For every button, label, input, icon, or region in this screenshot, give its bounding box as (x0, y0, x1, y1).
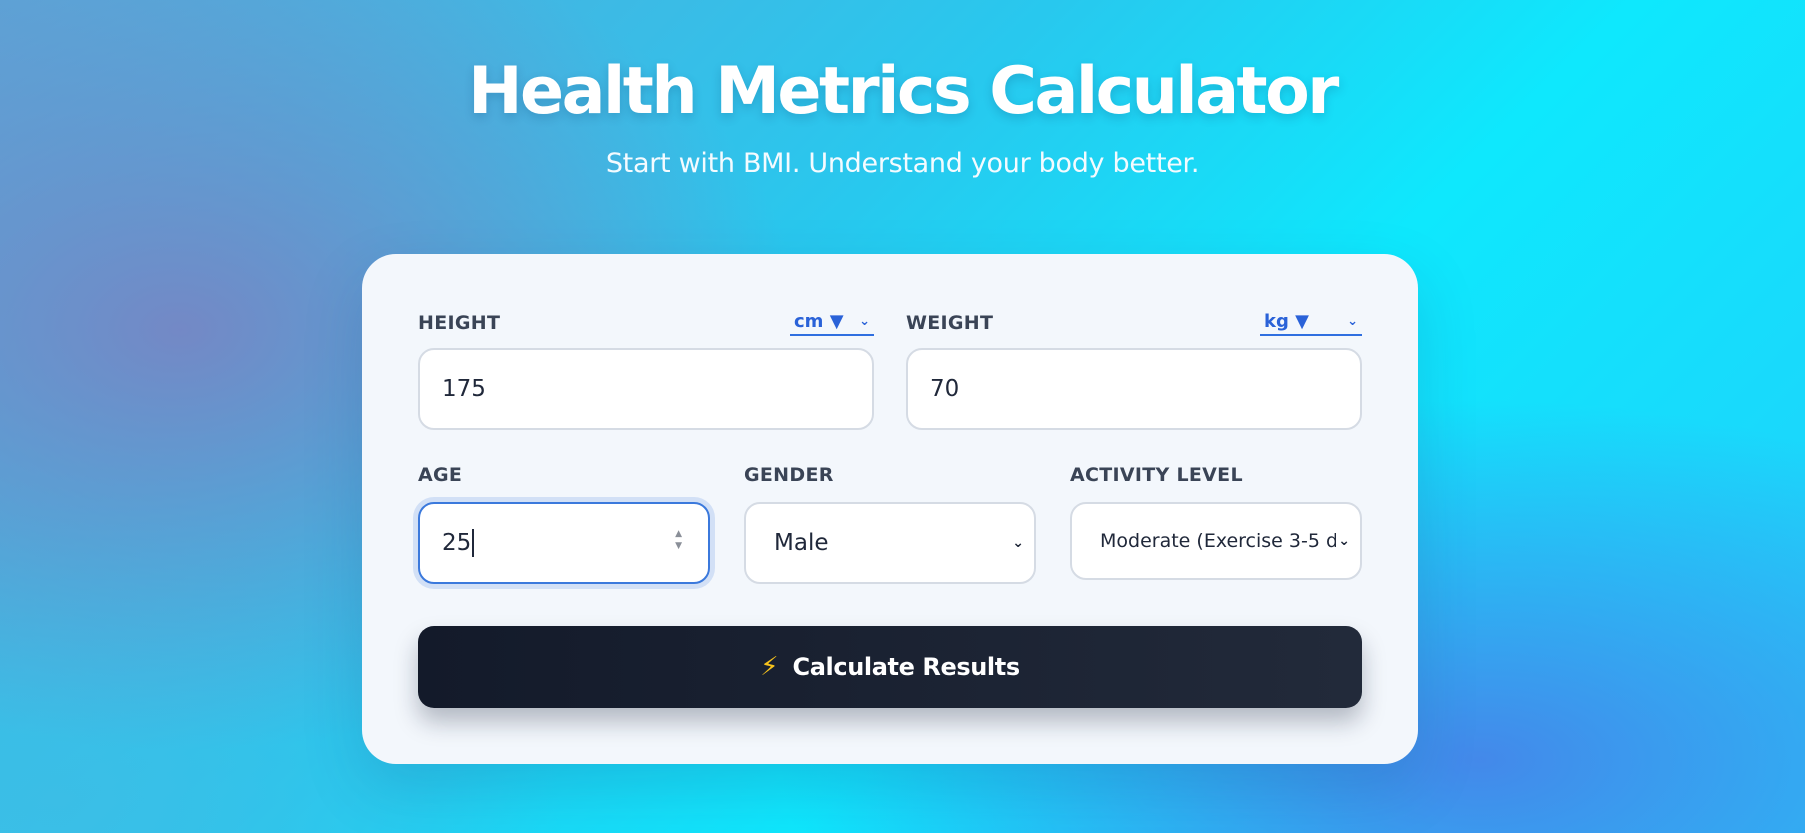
chevron-down-icon: ⌄ (1347, 313, 1358, 329)
calculator-card: HEIGHT cm ▼ ⌄ 175 WEIGHT kg ▼ ⌄ 70 AGE 2… (362, 254, 1418, 764)
number-spinner[interactable]: ▲ ▼ (675, 528, 682, 552)
calculate-results-button[interactable]: ⚡ Calculate Results (418, 626, 1362, 708)
weight-unit-select[interactable]: kg ▼ ⌄ (1260, 308, 1362, 336)
gender-select[interactable]: Male ⌄ (744, 502, 1036, 584)
gender-select-value: Male (774, 530, 829, 556)
gender-label: GENDER (744, 464, 834, 486)
height-unit-value: cm ▼ (794, 310, 844, 332)
chevron-down-icon: ⌄ (859, 313, 870, 329)
text-caret (472, 529, 475, 557)
weight-unit-value: kg ▼ (1264, 310, 1309, 332)
age-label: AGE (418, 464, 463, 486)
weight-label: WEIGHT (906, 312, 994, 334)
height-unit-select[interactable]: cm ▼ ⌄ (790, 308, 874, 336)
age-input[interactable]: 25 ▲ ▼ (418, 502, 710, 584)
chevron-down-icon: ⌄ (1338, 533, 1350, 549)
age-input-value: 25 (442, 530, 472, 556)
weight-input-value: 70 (930, 376, 960, 402)
height-label: HEIGHT (418, 312, 501, 334)
weight-input[interactable]: 70 (906, 348, 1362, 430)
page-title: Health Metrics Calculator (468, 54, 1339, 129)
calculate-results-label: Calculate Results (792, 653, 1021, 681)
page-header: Health Metrics Calculator Start with BMI… (0, 52, 1805, 182)
activity-level-select[interactable]: Moderate (Exercise 3-5 days/week) ⌄ (1070, 502, 1362, 580)
spinner-down-icon[interactable]: ▼ (675, 540, 682, 552)
lightning-icon: ⚡ (760, 652, 779, 682)
height-input-value: 175 (442, 376, 486, 402)
activity-select-value: Moderate (Exercise 3-5 days/week) (1100, 530, 1337, 552)
page-subtitle: Start with BMI. Understand your body bet… (605, 148, 1200, 179)
spinner-up-icon[interactable]: ▲ (675, 528, 682, 540)
chevron-down-icon: ⌄ (1012, 535, 1024, 551)
height-input[interactable]: 175 (418, 348, 874, 430)
activity-label: ACTIVITY LEVEL (1070, 464, 1243, 486)
